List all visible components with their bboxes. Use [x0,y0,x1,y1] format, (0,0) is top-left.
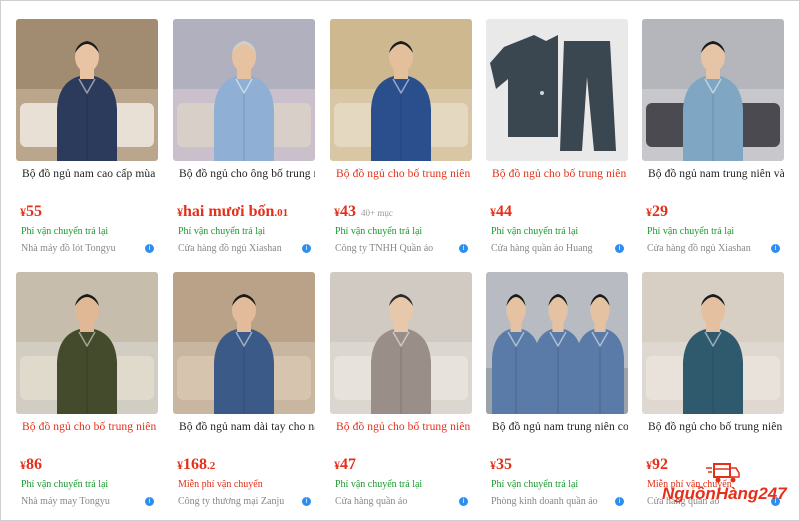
product-title[interactable]: Bộ đồ ngủ cho bố trung niên [648,421,784,433]
product-card[interactable]: Bộ đồ ngủ cho ông bố trung n ¥hai mươi b… [173,0,315,260]
product-price: ¥86 [20,456,42,473]
box-truck-icon [706,463,740,483]
product-image[interactable] [642,272,784,414]
product-price: ¥55 [20,203,42,220]
info-badge-icon[interactable]: i [145,497,154,506]
product-title[interactable]: Bộ đồ ngủ nam dài tay cho na [179,421,315,433]
info-badge-icon[interactable]: i [459,244,468,253]
info-badge-icon[interactable]: i [459,497,468,506]
product-title[interactable]: Bộ đồ ngủ cho bố trung niên [336,421,472,433]
product-title[interactable]: Bộ đồ ngủ cho bố trung niên [336,168,472,180]
product-card[interactable]: Bộ đồ ngủ cho bố trung niên ¥47 Phí vận … [330,253,472,513]
product-price: ¥hai mươi bốn.01 [177,203,289,220]
variant-count: 40+ mục [361,208,393,218]
shop-name[interactable]: Phòng kinh doanh quần áo [491,496,609,507]
product-price: ¥47 [334,456,356,473]
product-row-1: Bộ đồ ngủ nam cao cấp mùa ¥55 Phí vận ch… [16,0,786,260]
product-image[interactable] [173,19,315,161]
watermark-logo: NguồnHàng247 [660,462,790,512]
shipping-info: Phí vận chuyển trả lại [21,226,109,237]
product-image[interactable] [330,272,472,414]
product-image[interactable] [16,272,158,414]
info-badge-icon[interactable]: i [302,244,311,253]
product-card[interactable]: Bộ đồ ngủ nam trung niên cot ¥35 Phí vận… [486,253,628,513]
product-price: ¥168.2 [177,456,216,473]
logo-text: NguồnHàng247 [662,484,787,503]
info-badge-icon[interactable]: i [145,244,154,253]
product-title[interactable]: Bộ đồ ngủ nam trung niên và [648,168,784,180]
info-badge-icon[interactable]: i [615,497,624,506]
shipping-info: Phí vận chuyển trả lại [491,479,579,490]
product-price: ¥29 [646,203,668,220]
shipping-info: Phí vận chuyển trả lại [178,226,266,237]
shop-name[interactable]: Nhà máy may Tongyu [21,496,139,507]
shop-name[interactable]: Công ty thương mại Zanju [178,496,296,507]
product-title[interactable]: Bộ đồ ngủ cho bố trung niên [22,421,158,433]
product-price: ¥43 40+ mục [334,203,393,220]
product-price: ¥35 [490,456,512,473]
shipping-info: Miễn phí vận chuyển [178,479,263,490]
product-image[interactable] [642,19,784,161]
product-card[interactable]: Bộ đồ ngủ nam dài tay cho na ¥168.2 Miễn… [173,253,315,513]
product-title[interactable]: Bộ đồ ngủ cho ông bố trung n [179,168,315,180]
product-image[interactable] [173,272,315,414]
product-image[interactable] [486,272,628,414]
shipping-info: Phí vận chuyển trả lại [335,226,423,237]
info-badge-icon[interactable]: i [771,244,780,253]
info-badge-icon[interactable]: i [302,497,311,506]
shop-name[interactable]: Cửa hàng quần áo [335,496,453,507]
info-badge-icon[interactable]: i [615,244,624,253]
product-card[interactable]: Bộ đồ ngủ nam cao cấp mùa ¥55 Phí vận ch… [16,0,158,260]
product-image[interactable] [16,19,158,161]
shipping-info: Phí vận chuyển trả lại [335,479,423,490]
product-image[interactable] [330,19,472,161]
product-title[interactable]: Bộ đồ ngủ cho bố trung niên [492,168,628,180]
product-title[interactable]: Bộ đồ ngủ nam cao cấp mùa [22,168,158,180]
product-card[interactable]: Bộ đồ ngủ cho bố trung niên ¥43 40+ mục P… [330,0,472,260]
product-title[interactable]: Bộ đồ ngủ nam trung niên cot [492,421,628,433]
product-card[interactable]: Bộ đồ ngủ nam trung niên và ¥29 Phí vận … [642,0,784,260]
shipping-info: Phí vận chuyển trả lại [491,226,579,237]
product-card[interactable]: Bộ đồ ngủ cho bố trung niên ¥44 Phí vận … [486,0,628,260]
shipping-info: Phí vận chuyển trả lại [647,226,735,237]
product-image[interactable] [486,19,628,161]
product-card[interactable]: Bộ đồ ngủ cho bố trung niên ¥86 Phí vận … [16,253,158,513]
shipping-info: Phí vận chuyển trả lại [21,479,109,490]
product-price: ¥44 [490,203,512,220]
